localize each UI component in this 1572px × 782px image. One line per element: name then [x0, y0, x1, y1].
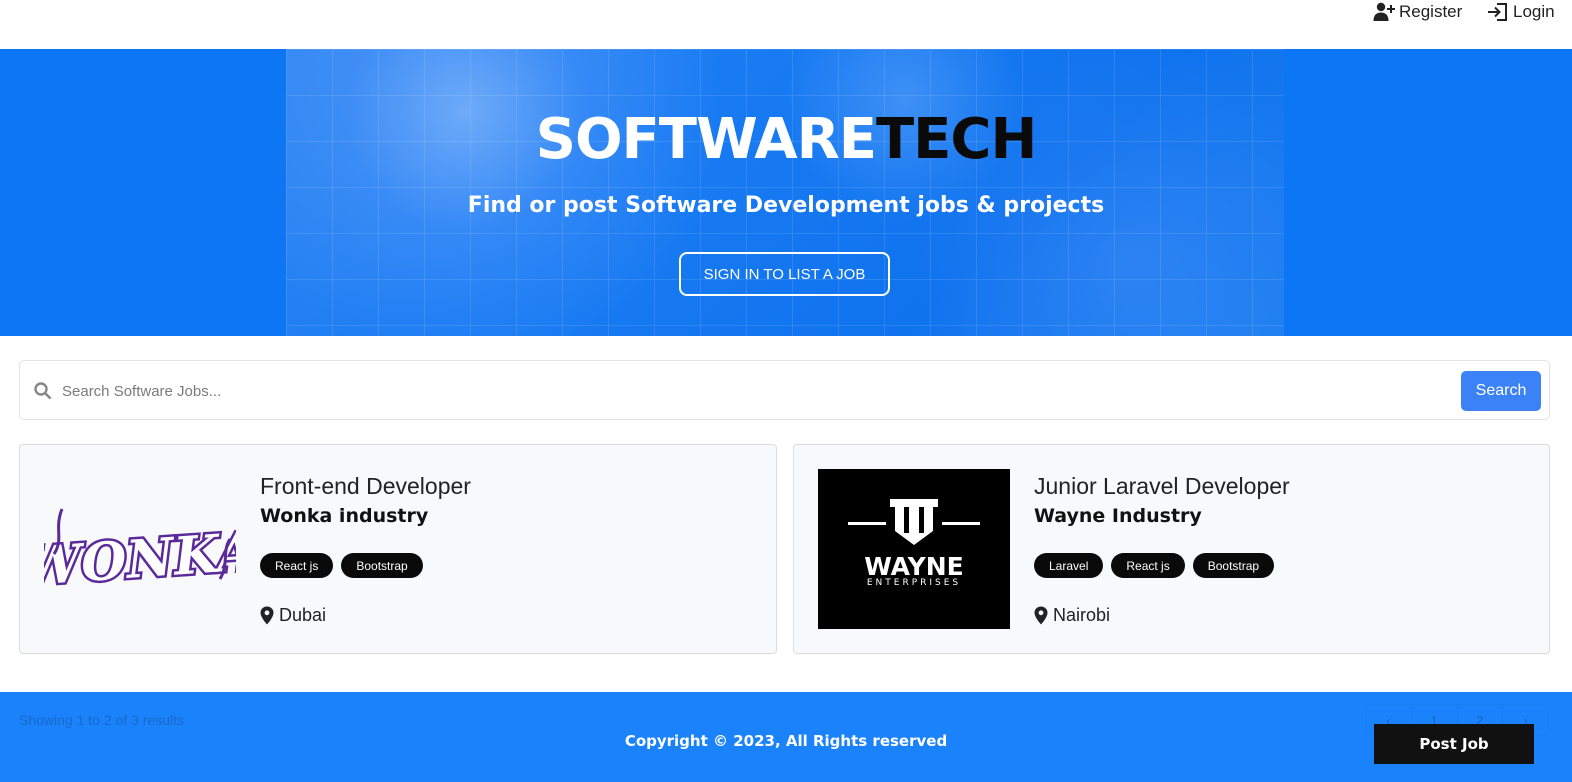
wayne-enterprises-logo: WAYNE ENTERPRISES: [818, 469, 1010, 629]
login-link[interactable]: Login: [1487, 0, 1555, 24]
job-title[interactable]: Front-end Developer: [260, 473, 471, 500]
job-location: Nairobi: [1034, 605, 1110, 626]
user-plus-icon: [1373, 2, 1395, 21]
svg-text:WAYNE: WAYNE: [864, 552, 964, 581]
results-count: Showing 1 to 2 of 3 results: [19, 712, 184, 728]
post-job-button[interactable]: Post Job: [1374, 724, 1534, 764]
company-name: Wonka industry: [260, 505, 429, 527]
tag[interactable]: React js: [260, 553, 334, 578]
tag[interactable]: Laravel: [1034, 553, 1104, 578]
svg-text:ENTERPRISES: ENTERPRISES: [867, 578, 961, 588]
location-label: Nairobi: [1053, 605, 1111, 625]
top-navbar: Register Login: [0, 0, 1572, 49]
brand-title: SOFTWARETECH: [0, 107, 1572, 172]
sign-in-to-list-job-button[interactable]: SIGN IN TO LIST A JOB: [679, 252, 890, 296]
job-title[interactable]: Junior Laravel Developer: [1034, 473, 1290, 500]
map-marker-icon: [1034, 606, 1048, 625]
search-bar: Search: [19, 360, 1550, 420]
tag[interactable]: Bootstrap: [341, 553, 423, 578]
hero-subtitle: Find or post Software Development jobs &…: [467, 193, 1105, 218]
footer: Showing 1 to 2 of 3 results ‹ 1 2 › Copy…: [0, 692, 1572, 782]
brand-title-tech: TECH: [875, 107, 1037, 172]
tag[interactable]: React js: [1111, 553, 1185, 578]
job-card[interactable]: WAYNE ENTERPRISES Junior Laravel Develop…: [793, 444, 1550, 654]
brand-title-software: SOFTWARE: [535, 107, 877, 172]
job-card[interactable]: WONKA Front-end Developer Wonka industry…: [19, 444, 777, 654]
tag-list: React js Bootstrap: [260, 553, 423, 578]
hero-banner: SOFTWARETECH Find or post Software Devel…: [0, 49, 1572, 336]
search-icon: [34, 382, 52, 400]
sign-in-icon: [1488, 3, 1507, 21]
search-button[interactable]: Search: [1461, 371, 1541, 411]
copyright-text: Copyright © 2023, All Rights reserved: [624, 732, 948, 750]
company-name: Wayne Industry: [1034, 505, 1202, 527]
tag[interactable]: Bootstrap: [1192, 553, 1275, 578]
login-label: Login: [1513, 2, 1555, 21]
tag-list: Laravel React js Bootstrap: [1034, 553, 1275, 578]
map-marker-icon: [260, 606, 274, 625]
search-input[interactable]: [62, 375, 1442, 407]
location-label: Dubai: [279, 605, 327, 625]
register-label: Register: [1399, 2, 1463, 21]
register-link[interactable]: Register: [1373, 0, 1462, 24]
wonka-logo: WONKA: [44, 469, 236, 629]
job-location: Dubai: [260, 605, 326, 626]
